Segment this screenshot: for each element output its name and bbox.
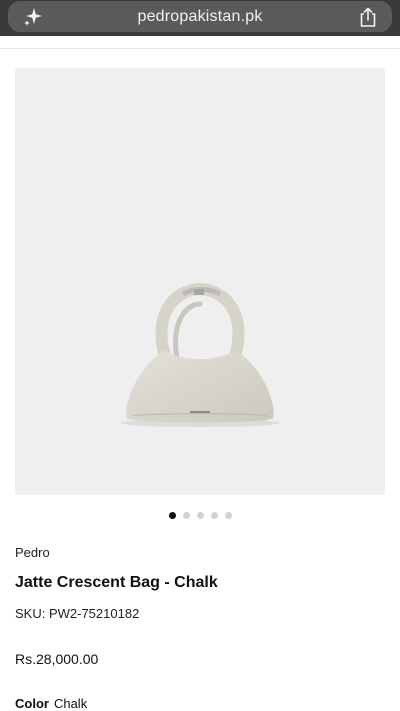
product-price: Rs.28,000.00 <box>15 651 99 667</box>
bag-illustration <box>120 282 280 427</box>
carousel-dots <box>0 512 400 522</box>
carousel-dot-1[interactable] <box>168 512 176 519</box>
browser-address-bar: pedropakistan.pk <box>0 0 400 36</box>
product-image[interactable] <box>15 68 385 495</box>
carousel-dot-4[interactable] <box>210 512 218 519</box>
carousel-dot-2[interactable] <box>182 512 190 519</box>
share-icon[interactable] <box>358 6 378 28</box>
carousel-dot-3[interactable] <box>196 512 204 519</box>
sparkle-icon[interactable] <box>22 6 44 28</box>
carousel-dot-5[interactable] <box>224 512 232 519</box>
header-divider <box>0 48 400 49</box>
product-sku: SKU: PW2-75210182 <box>15 606 140 621</box>
color-row: Color Chalk <box>15 696 87 711</box>
url-pill[interactable]: pedropakistan.pk <box>8 1 392 32</box>
product-brand[interactable]: Pedro <box>15 545 50 560</box>
url-text[interactable]: pedropakistan.pk <box>68 8 332 26</box>
product-title: Jatte Crescent Bag - Chalk <box>15 574 218 591</box>
color-label: Color <box>15 696 49 711</box>
color-value: Chalk <box>53 696 88 711</box>
